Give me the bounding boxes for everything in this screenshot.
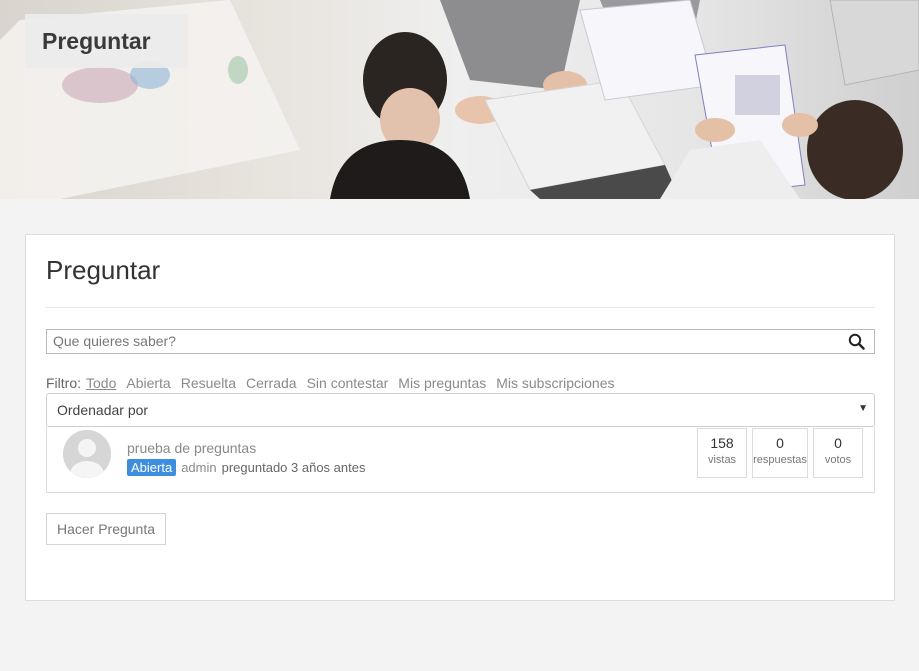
search-input[interactable] (47, 330, 827, 352)
question-meta: Abierta admin preguntado 3 años antes (127, 459, 365, 476)
user-placeholder-icon (63, 430, 111, 478)
filter-todo[interactable]: Todo (86, 375, 116, 391)
banner-title-box: Preguntar (25, 14, 188, 68)
views-count: 158 (710, 435, 734, 451)
votes-stat: 0 votos (813, 428, 863, 478)
status-badge: Abierta (127, 459, 177, 476)
page-title: Preguntar (46, 255, 161, 285)
chevron-down-icon: ▼ (858, 403, 868, 414)
filter-resuelta[interactable]: Resuelta (181, 375, 236, 391)
filter-label: Filtro: (46, 375, 81, 391)
search-icon[interactable] (848, 333, 865, 350)
asked-time: preguntado 3 años antes (221, 460, 366, 475)
sort-select[interactable]: Ordenadar por ▼ (46, 393, 875, 427)
answers-stat: 0 respuestas (752, 428, 808, 478)
filter-mis-subscripciones[interactable]: Mis subscripciones (496, 375, 614, 391)
filter-abierta[interactable]: Abierta (126, 375, 170, 391)
votes-label: votos (824, 454, 852, 466)
views-label: vistas (707, 454, 737, 466)
author-link[interactable]: admin (181, 460, 216, 475)
filter-cerrada[interactable]: Cerrada (246, 375, 297, 391)
title-divider (46, 307, 875, 308)
questions-panel: Preguntar Filtro: Todo Abierta Resuelta … (25, 234, 895, 601)
question-title-link[interactable]: prueba de preguntas (127, 440, 256, 456)
filter-bar: Filtro: Todo Abierta Resuelta Cerrada Si… (46, 375, 615, 391)
ask-question-button[interactable]: Hacer Pregunta (46, 513, 166, 545)
answers-label: respuestas (753, 454, 807, 466)
banner-title: Preguntar (42, 27, 151, 54)
views-stat: 158 vistas (697, 428, 747, 478)
question-row: prueba de preguntas Abierta admin pregun… (46, 427, 875, 493)
sort-select-label: Ordenadar por (57, 402, 149, 418)
votes-count: 0 (834, 435, 842, 451)
filter-mis-preguntas[interactable]: Mis preguntas (398, 375, 486, 391)
answers-count: 0 (776, 435, 784, 451)
filter-sin-contestar[interactable]: Sin contestar (307, 375, 389, 391)
header-banner: Preguntar (0, 0, 919, 199)
avatar (63, 430, 111, 478)
search-bar (46, 329, 875, 354)
